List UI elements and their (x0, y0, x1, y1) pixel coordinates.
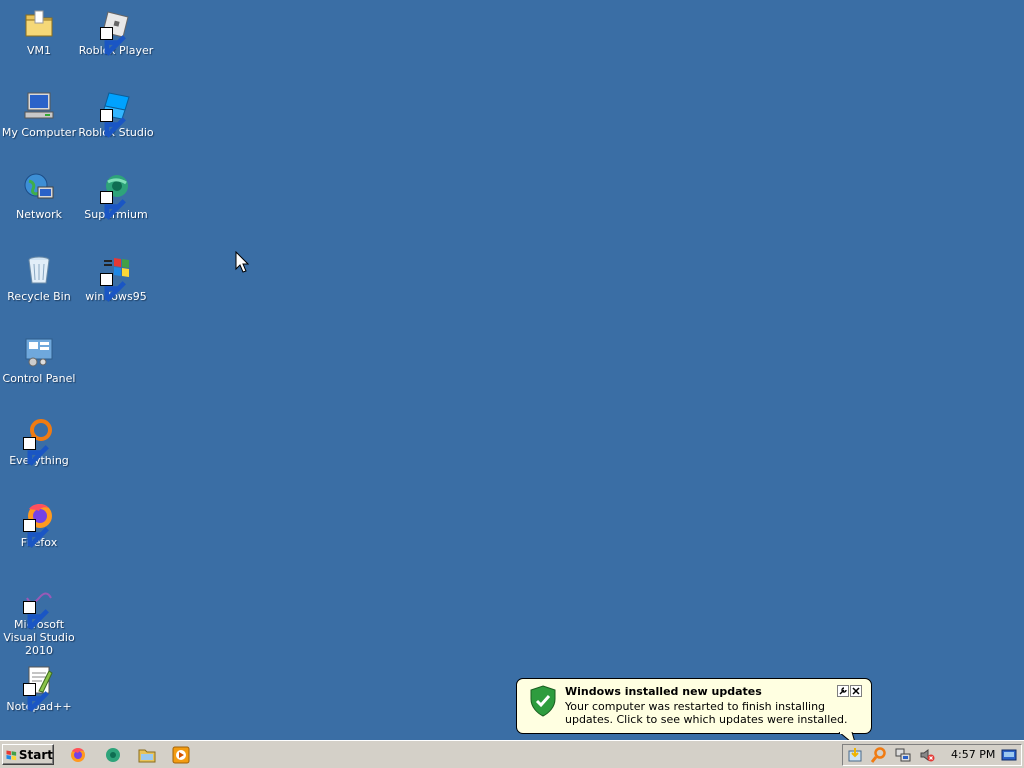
desktop-icon-supermium[interactable]: Supermium (77, 172, 155, 221)
desktop-icon-recycle-bin[interactable]: Recycle Bin (0, 254, 78, 303)
roblox-studio-icon (100, 90, 132, 138)
desktop-icon-vm1[interactable]: VM1 (0, 8, 78, 57)
shortcut-arrow-icon (100, 273, 126, 302)
shortcut-arrow-icon (23, 519, 49, 548)
desktop: VM1 My Computer Network Recycle Bin Cont… (0, 0, 1024, 740)
desktop-icon-my-computer[interactable]: My Computer (0, 90, 78, 139)
updates-icon (848, 748, 862, 762)
desktop-icon-label: Control Panel (2, 372, 76, 385)
desktop-icon-label: Recycle Bin (7, 290, 71, 303)
system-tray: 4:57 PM (842, 744, 1022, 766)
supermium-icon (100, 172, 132, 220)
desktop-icon-roblox-player[interactable]: Roblox Player (77, 8, 155, 57)
media-player-icon (172, 746, 190, 764)
tray-volume[interactable] (919, 747, 935, 763)
mouse-cursor-icon (235, 251, 249, 273)
taskbar: Start 4:57 PM (0, 740, 1024, 768)
notification-title: Windows installed new updates (565, 685, 762, 698)
start-button[interactable]: Start (2, 744, 54, 765)
shortcut-arrow-icon (100, 191, 126, 220)
desktop-icon-notepad-plus-plus[interactable]: Notepad++ (0, 664, 78, 713)
windows-logo-icon (100, 254, 132, 302)
desktop-icon-label: VM1 (26, 44, 51, 57)
shortcut-arrow-icon (100, 109, 126, 138)
quick-launch-media-player[interactable] (172, 746, 190, 764)
windows-flag-icon (6, 750, 17, 760)
desktop-icon-firefox[interactable]: Firefox (0, 500, 78, 549)
control-panel-icon (23, 336, 55, 368)
tray-network[interactable] (895, 747, 911, 763)
desktop-icon-network[interactable]: Network (0, 172, 78, 221)
firefox-icon (23, 500, 55, 548)
desktop-icon-roblox-studio[interactable]: Roblox Studio (77, 90, 155, 139)
quick-launch-firefox[interactable] (69, 746, 87, 764)
notepad-plus-plus-icon (23, 664, 55, 712)
shortcut-arrow-icon (100, 27, 126, 56)
supermium-icon (106, 748, 120, 762)
desktop-icon-label: Network (16, 208, 62, 221)
tray-search[interactable] (871, 747, 887, 763)
folder-icon (23, 8, 55, 40)
notification-close-button[interactable] (850, 685, 862, 697)
network-icon (895, 748, 911, 762)
quick-launch-explorer[interactable] (138, 746, 156, 764)
computer-icon (23, 90, 55, 122)
everything-search-icon (23, 418, 55, 466)
desktop-icon-control-panel[interactable]: Control Panel (0, 336, 78, 385)
shortcut-arrow-icon (23, 437, 49, 466)
shield-check-icon (530, 685, 556, 717)
search-icon (871, 747, 886, 763)
volume-muted-icon (920, 749, 935, 762)
desktop-icon-visual-studio[interactable]: Microsoft Visual Studio 2010 (0, 582, 78, 657)
visual-studio-icon (23, 582, 55, 630)
desktop-icon-everything[interactable]: Everything (0, 418, 78, 467)
update-notification-balloon[interactable]: Windows installed new updates Your compu… (516, 678, 872, 734)
desktop-icon-label: My Computer (1, 126, 77, 139)
tray-keyboard[interactable] (1001, 747, 1017, 763)
roblox-player-icon (100, 8, 132, 56)
quick-launch-supermium[interactable] (104, 746, 122, 764)
wrench-icon (839, 687, 847, 695)
start-label: Start (18, 747, 53, 762)
shortcut-arrow-icon (23, 601, 49, 630)
desktop-icon-windows95[interactable]: windows95 (77, 254, 155, 303)
clock[interactable]: 4:57 PM (951, 748, 995, 761)
firefox-icon (71, 748, 85, 762)
notification-options-button[interactable] (837, 685, 849, 697)
keyboard-icon (1001, 749, 1017, 761)
tray-updates[interactable] (847, 747, 863, 763)
network-icon (23, 172, 55, 204)
explorer-icon (138, 749, 156, 763)
recycle-bin-icon (23, 254, 55, 286)
close-icon (852, 687, 860, 695)
shortcut-arrow-icon (23, 683, 49, 712)
notification-message: Your computer was restarted to finish in… (565, 700, 848, 726)
